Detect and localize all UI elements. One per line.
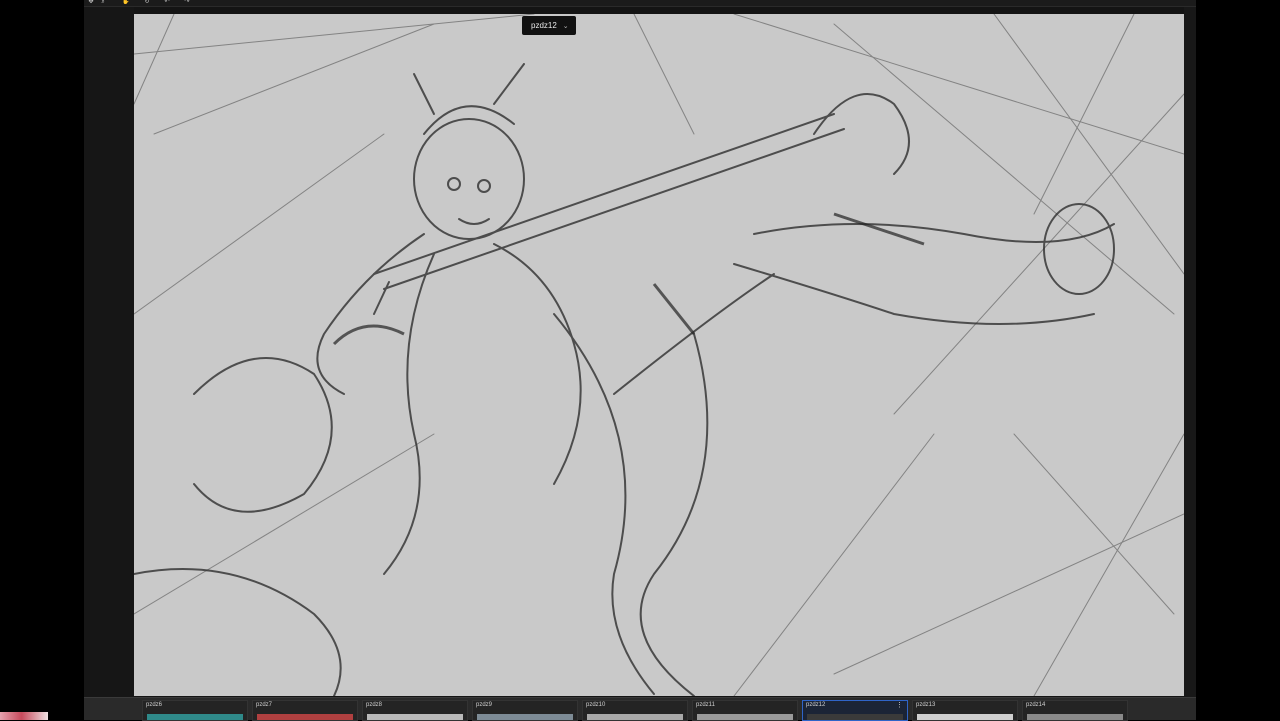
- filmstrip-thumb[interactable]: pzdz10: [582, 700, 688, 721]
- app-window: ✥ ⌕ ✋ ↻ ↶ ↷ pzdz12 ⌄ pzdz6 pzdz7 pzdz8 p…: [84, 0, 1196, 721]
- filmstrip-thumb-label: pzdz13: [916, 702, 936, 708]
- undo-icon[interactable]: ↶: [164, 0, 170, 5]
- left-panel: [84, 7, 134, 697]
- filmstrip-thumb-image: [697, 714, 793, 720]
- filmstrip: pzdz6 pzdz7 pzdz8 pzdz9 pzdz10 pzdz11 pzdz12 ⋮ p…: [84, 697, 1196, 721]
- filmstrip-thumb-partial[interactable]: [0, 712, 48, 720]
- thumb-menu-icon[interactable]: ⋮: [896, 701, 903, 709]
- rotate-tool-icon[interactable]: ↻: [144, 0, 150, 5]
- filmstrip-thumb-label: pzdz7: [256, 702, 273, 708]
- right-panel-edge: [1184, 7, 1196, 697]
- filmstrip-thumb-label: pzdz14: [1026, 702, 1046, 708]
- filmstrip-thumb-image: [257, 714, 353, 720]
- filmstrip-thumb-label: pzdz11: [696, 702, 715, 708]
- filmstrip-thumb[interactable]: pzdz6: [142, 700, 248, 721]
- sketch-artwork: [134, 14, 1184, 696]
- filmstrip-thumb-label: pzdz10: [586, 702, 606, 708]
- filmstrip-thumb-label: pzdz9: [476, 702, 493, 708]
- filmstrip-thumb[interactable]: pzdz11: [692, 700, 798, 721]
- filmstrip-thumb-image: [367, 714, 463, 720]
- filmstrip-thumb-image: [917, 714, 1013, 720]
- filmstrip-thumb[interactable]: pzdz14: [1022, 700, 1128, 721]
- document-tab-label: pzdz12: [531, 21, 557, 30]
- filmstrip-thumb-image: [587, 714, 683, 720]
- filmstrip-thumb-label: pzdz12: [806, 702, 826, 708]
- filmstrip-thumb[interactable]: pzdz13: [912, 700, 1018, 721]
- move-tool-icon[interactable]: ✥: [88, 0, 94, 5]
- filmstrip-thumb-label: pzdz8: [366, 702, 383, 708]
- filmstrip-thumb[interactable]: pzdz8: [362, 700, 468, 721]
- filmstrip-thumb[interactable]: pzdz9: [472, 700, 578, 721]
- zoom-tool-icon[interactable]: ⌕: [100, 0, 106, 5]
- filmstrip-thumb-image: [807, 714, 903, 720]
- top-toolbar: ✥ ⌕ ✋ ↻ ↶ ↷: [84, 0, 1196, 7]
- filmstrip-thumb-image: [147, 714, 243, 720]
- redo-icon[interactable]: ↷: [184, 0, 190, 5]
- filmstrip-thumb[interactable]: pzdz12 ⋮: [802, 700, 908, 721]
- document-tab[interactable]: pzdz12 ⌄: [522, 16, 576, 35]
- filmstrip-thumb-image: [477, 714, 573, 720]
- filmstrip-thumb-image: [1027, 714, 1123, 720]
- filmstrip-thumb-label: pzdz6: [146, 702, 163, 708]
- filmstrip-thumb[interactable]: pzdz7: [252, 700, 358, 721]
- hand-tool-icon[interactable]: ✋: [122, 0, 129, 5]
- chevron-down-icon[interactable]: ⌄: [563, 23, 569, 30]
- drawing-canvas[interactable]: [134, 14, 1184, 696]
